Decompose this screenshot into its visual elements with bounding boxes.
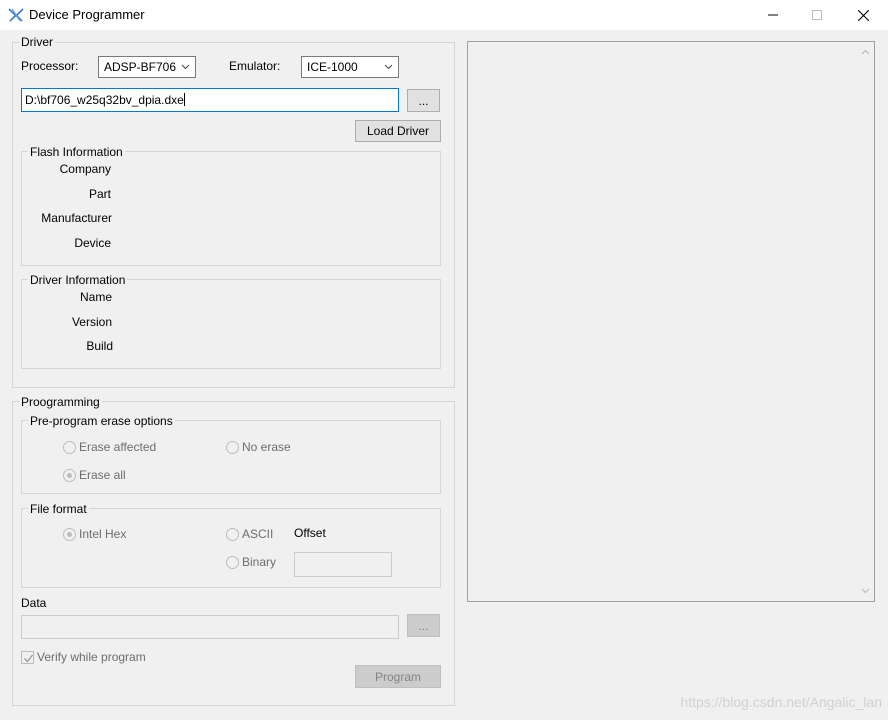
minimize-icon <box>768 14 778 16</box>
driver-path-value: D:\bf706_w25q32bv_dpia.dxe <box>25 93 184 107</box>
data-label: Data <box>21 596 47 610</box>
erase-all-label: Erase all <box>79 468 126 482</box>
driver-info-group-label: Driver Information <box>28 273 128 287</box>
driver-build-label: Build <box>86 339 113 353</box>
checkmark-icon <box>24 654 34 662</box>
offset-label: Offset <box>294 526 326 540</box>
binary-label: Binary <box>242 555 277 569</box>
erase-affected-label: Erase affected <box>79 440 157 454</box>
program-button[interactable]: Program <box>355 665 441 688</box>
driver-path-input[interactable]: D:\bf706_w25q32bv_dpia.dxe <box>21 88 399 112</box>
driver-version-label: Version <box>71 315 112 329</box>
window-title: Device Programmer <box>29 7 145 22</box>
chevron-down-icon <box>181 64 190 70</box>
emulator-value: ICE-1000 <box>307 60 358 74</box>
intel-hex-label: Intel Hex <box>79 527 127 541</box>
ascii-radio[interactable]: ASCII <box>226 527 273 541</box>
erase-all-radio[interactable]: Erase all <box>63 468 126 482</box>
text-cursor <box>183 93 185 106</box>
watermark: https://blog.csdn.net/Angalic_lan <box>680 694 882 710</box>
close-icon <box>857 9 869 21</box>
radio-circle-selected <box>63 527 76 541</box>
minimize-button[interactable] <box>750 0 796 30</box>
processor-select[interactable]: ADSP-BF706 <box>98 56 196 78</box>
binary-radio[interactable]: Binary <box>226 555 276 569</box>
erase-options-group-label: Pre-program erase options <box>28 414 175 428</box>
ascii-label: ASCII <box>242 527 274 541</box>
radio-circle <box>63 440 76 454</box>
radio-circle-selected <box>63 468 76 482</box>
emulator-select[interactable]: ICE-1000 <box>301 56 399 78</box>
radio-circle <box>226 555 239 569</box>
processor-value: ADSP-BF706 <box>104 60 177 74</box>
processor-label: Processor: <box>21 59 79 73</box>
flash-device-label: Device <box>74 236 111 250</box>
radio-circle <box>226 440 239 454</box>
maximize-button[interactable] <box>794 0 840 30</box>
driver-name-label: Name <box>79 290 112 304</box>
chevron-down-icon[interactable] <box>861 586 870 595</box>
programming-group-label: Proogramming <box>19 395 102 409</box>
checkbox-square <box>21 650 34 664</box>
chevron-up-icon[interactable] <box>861 48 870 57</box>
intel-hex-radio[interactable]: Intel Hex <box>63 527 126 541</box>
radio-circle <box>226 527 239 541</box>
erase-affected-radio[interactable]: Erase affected <box>63 440 156 454</box>
vertical-scrollbar[interactable] <box>857 42 874 601</box>
flash-info-group-label: Flash Information <box>28 145 125 159</box>
close-button[interactable] <box>840 0 886 30</box>
no-erase-radio[interactable]: No erase <box>226 440 291 454</box>
file-format-group-label: File format <box>28 502 89 516</box>
chevron-down-icon <box>384 64 393 70</box>
data-path-input[interactable] <box>21 615 399 639</box>
no-erase-label: No erase <box>242 440 291 454</box>
erase-options-group <box>21 420 441 494</box>
emulator-label: Emulator: <box>229 59 281 73</box>
driver-group-label: Driver <box>19 35 55 49</box>
verify-label: Verify while program <box>37 650 146 664</box>
driver-browse-button[interactable]: ... <box>407 89 440 112</box>
app-logo-icon <box>8 8 24 22</box>
output-panel[interactable] <box>467 41 875 602</box>
load-driver-button[interactable]: Load Driver <box>355 120 441 142</box>
maximize-icon <box>812 10 822 20</box>
verify-checkbox[interactable]: Verify while program <box>21 650 146 664</box>
title-bar: Device Programmer <box>0 0 888 30</box>
flash-manufacturer-label: Manufacturer <box>41 211 112 225</box>
flash-company-label: Company <box>59 162 111 176</box>
data-browse-button[interactable]: ... <box>407 614 440 637</box>
flash-part-label: Part <box>88 187 111 201</box>
offset-input[interactable] <box>294 552 392 577</box>
